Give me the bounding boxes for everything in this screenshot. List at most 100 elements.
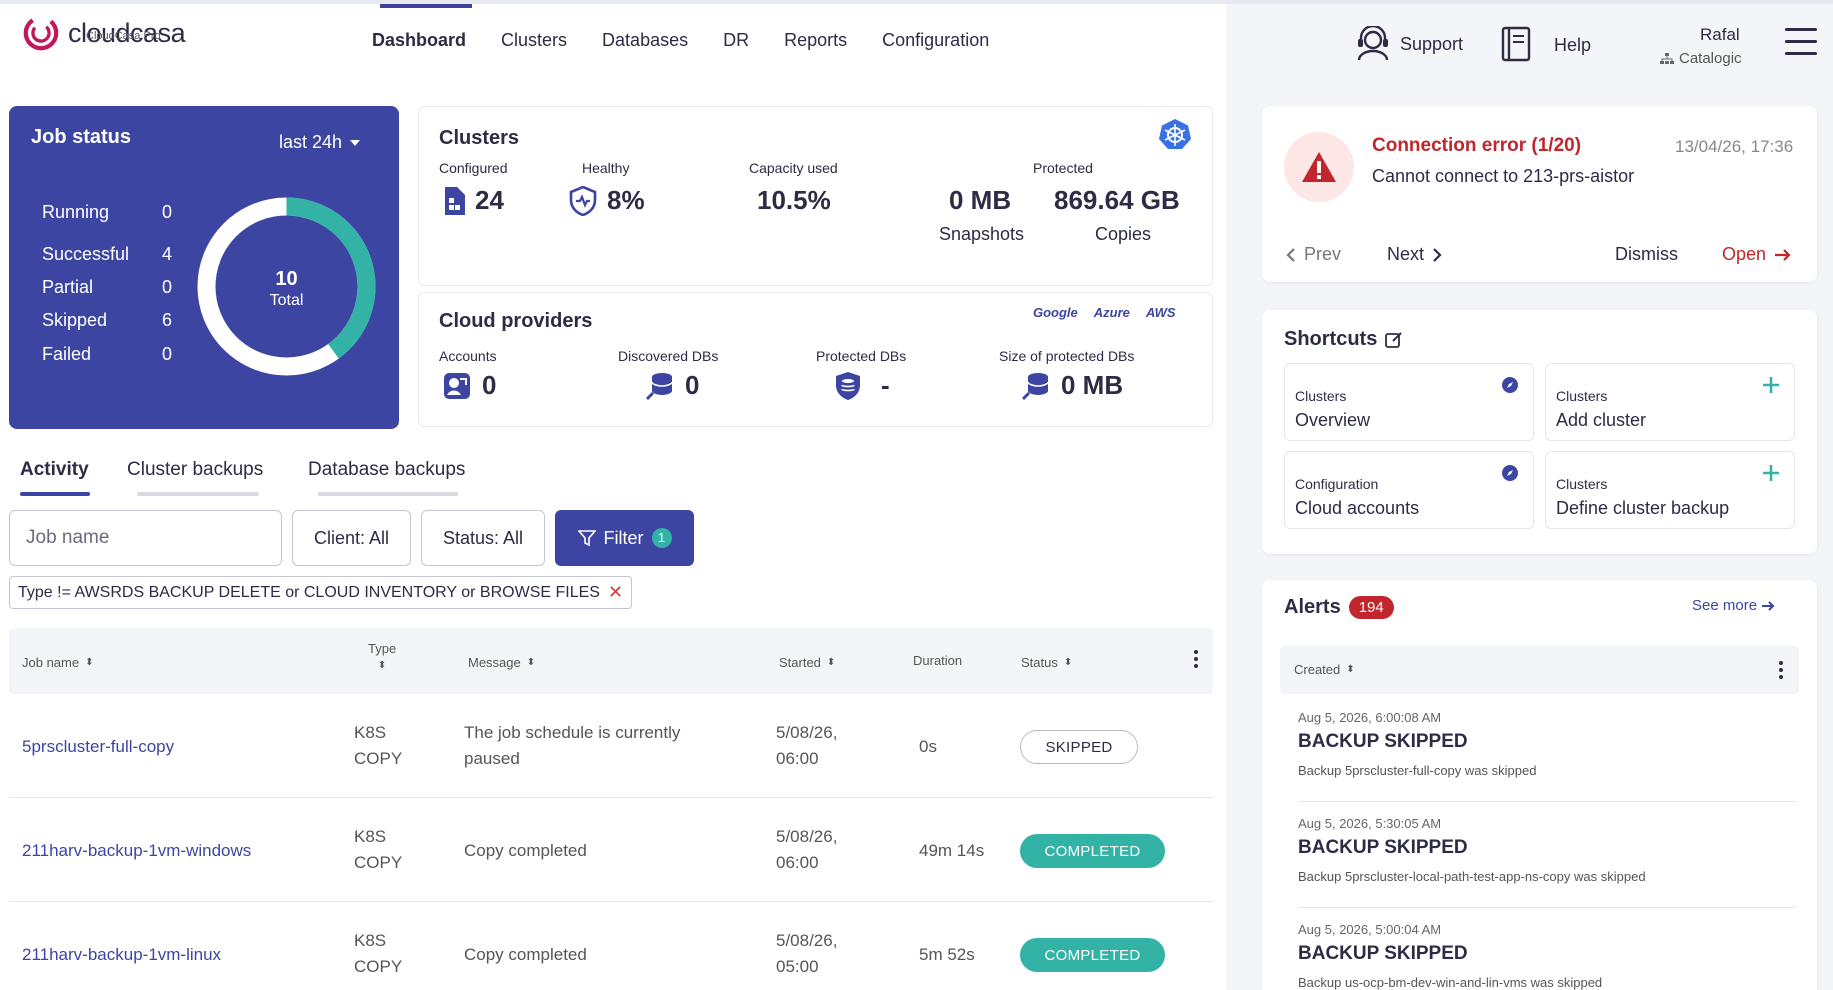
job-type-line: COPY	[354, 957, 403, 976]
help-button[interactable]: Help	[1500, 26, 1591, 64]
donut-total-value: 10	[275, 268, 298, 290]
shortcut-category: Configuration	[1295, 476, 1379, 492]
job-row-label: Successful	[42, 244, 130, 264]
prev-button[interactable]: Prev	[1286, 244, 1341, 265]
nav-clusters[interactable]: Clusters	[501, 30, 567, 51]
job-started-line: 06:00	[776, 853, 819, 872]
tab-database-backups[interactable]: Database backups	[308, 459, 465, 481]
client-filter-button[interactable]: Client: All	[292, 510, 411, 566]
alert-item[interactable]: Aug 5, 2026, 5:00:04 AM BACKUP SKIPPED B…	[1298, 908, 1796, 990]
shortcuts-title: Shortcuts	[1284, 328, 1378, 350]
job-row-label: Partial	[42, 277, 94, 297]
sort-icon: ⬍	[85, 657, 94, 668]
job-status-title: Job status	[31, 126, 132, 148]
alerts-options-icon[interactable]	[1778, 661, 1784, 682]
edit-icon[interactable]	[1385, 331, 1403, 349]
table-row[interactable]: 211harv-backup-1vm-linux K8S COPY Copy co…	[9, 902, 1213, 990]
shortcut-name: Add cluster	[1556, 410, 1647, 430]
column-options-icon[interactable]	[1193, 650, 1199, 671]
plus-icon	[1763, 465, 1779, 481]
status-filter-button[interactable]: Status: All	[421, 510, 545, 566]
nav-dr[interactable]: DR	[723, 30, 749, 51]
job-row-partial: Partial 0	[42, 277, 172, 298]
job-type-line: K8S	[354, 827, 387, 846]
alert-time: Aug 5, 2026, 5:30:05 AM	[1298, 816, 1442, 831]
arrow-right-icon	[1775, 248, 1791, 261]
shortcut-name: Cloud accounts	[1295, 498, 1420, 518]
table-header: Job name ⬍ Type ⬍ Message ⬍ Started ⬍ Durati…	[9, 628, 1213, 694]
donut-total-label: Total	[269, 292, 304, 309]
help-label: Help	[1554, 34, 1592, 55]
notification-message: Cannot connect to 213-prs-aistor	[1372, 166, 1635, 186]
job-started-line: 5/08/26,	[776, 723, 838, 742]
nav-dashboard[interactable]: Dashboard	[372, 30, 466, 51]
filter-label: Filter	[603, 527, 644, 548]
discovered-stat: 0	[645, 370, 699, 401]
shortcut-define-cluster-backup[interactable]: Clusters Define cluster backup	[1545, 451, 1795, 529]
th-job-name[interactable]: Job name ⬍	[22, 655, 93, 670]
discovered-label: Discovered DBs	[618, 348, 719, 364]
nav-databases[interactable]: Databases	[602, 30, 688, 51]
size-protected-stat: 0 MB	[1021, 370, 1123, 401]
table-row[interactable]: 5prscluster-full-copy K8S COPY The job sc…	[9, 694, 1213, 798]
job-name-link[interactable]: 211harv-backup-1vm-windows	[22, 838, 251, 864]
see-more-link[interactable]: See more	[1692, 597, 1775, 614]
alert-item[interactable]: Aug 5, 2026, 6:00:08 AM BACKUP SKIPPED B…	[1298, 696, 1796, 802]
provider-logos: Google Azure AWS	[1033, 305, 1176, 320]
document-cluster-icon	[445, 186, 465, 215]
job-duration: 0s	[919, 737, 937, 756]
th-status[interactable]: Status ⬍	[1021, 655, 1072, 670]
cloud-providers-title: Cloud providers	[439, 310, 593, 332]
support-button[interactable]: Support	[1356, 26, 1463, 62]
alert-message: Backup us-ocp-bm-dev-win-and-lin-vms was…	[1298, 975, 1603, 990]
close-icon[interactable]: ✕	[608, 582, 623, 603]
user-org[interactable]: Catalogic	[1660, 50, 1742, 67]
clusters-title: Clusters	[439, 127, 520, 149]
job-name-link[interactable]: 211harv-backup-1vm-linux	[22, 942, 221, 968]
configured-label: Configured	[439, 160, 508, 176]
table-row[interactable]: 211harv-backup-1vm-windows K8S COPY Copy …	[9, 798, 1213, 902]
hamburger-menu-icon[interactable]	[1785, 28, 1817, 58]
google-logo: Google	[1033, 305, 1078, 320]
discovered-value: 0	[685, 370, 700, 400]
sort-icon: ⬍	[1063, 657, 1073, 668]
nav-configuration[interactable]: Configuration	[882, 30, 989, 51]
notification-time: 13/04/26, 17:36	[1675, 137, 1794, 156]
dismiss-button[interactable]: Dismiss	[1615, 244, 1678, 265]
job-name-link[interactable]: 5prscluster-full-copy	[22, 734, 174, 760]
time-range-dropdown[interactable]: last 24h	[279, 132, 361, 153]
capacity-label: Capacity used	[749, 160, 838, 176]
sort-icon: ⬍	[1346, 664, 1355, 675]
alert-item[interactable]: Aug 5, 2026, 5:30:05 AM BACKUP SKIPPED B…	[1298, 802, 1796, 908]
nav-reports[interactable]: Reports	[784, 30, 847, 51]
cloud-accounts-icon	[444, 372, 470, 399]
shortcut-cloud-accounts[interactable]: Configuration Cloud accounts	[1284, 451, 1534, 529]
headset-icon	[1357, 26, 1389, 61]
open-button[interactable]: Open	[1722, 244, 1792, 265]
job-row-value: 0	[161, 202, 172, 222]
capacity-value: 10.5%	[757, 185, 831, 215]
shortcut-add-cluster[interactable]: Clusters Add cluster	[1545, 363, 1795, 441]
th-message[interactable]: Message ⬍	[468, 655, 535, 670]
job-message-line: paused	[464, 749, 520, 768]
th-type[interactable]: Type ⬍	[368, 641, 396, 671]
job-row-label: Skipped	[42, 310, 108, 330]
chevron-left-icon	[1286, 247, 1295, 262]
time-range-value: last 24h	[279, 132, 343, 152]
filter-button[interactable]: Filter 1	[555, 510, 694, 566]
user-name[interactable]: Rafal	[1700, 25, 1740, 45]
caret-down-icon	[350, 139, 361, 146]
th-label: Created	[1294, 662, 1341, 677]
shortcut-clusters-overview[interactable]: Clusters Overview	[1284, 363, 1534, 441]
next-button[interactable]: Next	[1387, 244, 1442, 265]
nav-active-indicator	[380, 4, 472, 8]
th-started[interactable]: Started ⬍	[779, 655, 835, 670]
job-started-line: 5/08/26,	[776, 827, 838, 846]
th-created[interactable]: Created ⬍	[1294, 662, 1355, 677]
tab-cluster-backups[interactable]: Cluster backups	[127, 459, 263, 481]
healthy-label: Healthy	[582, 160, 630, 176]
tab-activity[interactable]: Activity	[20, 459, 89, 481]
active-filter-chip: Type != AWSRDS BACKUP DELETE or CLOUD IN…	[9, 576, 633, 609]
job-row-running: Running 0	[42, 202, 172, 223]
job-name-input[interactable]	[9, 510, 282, 566]
